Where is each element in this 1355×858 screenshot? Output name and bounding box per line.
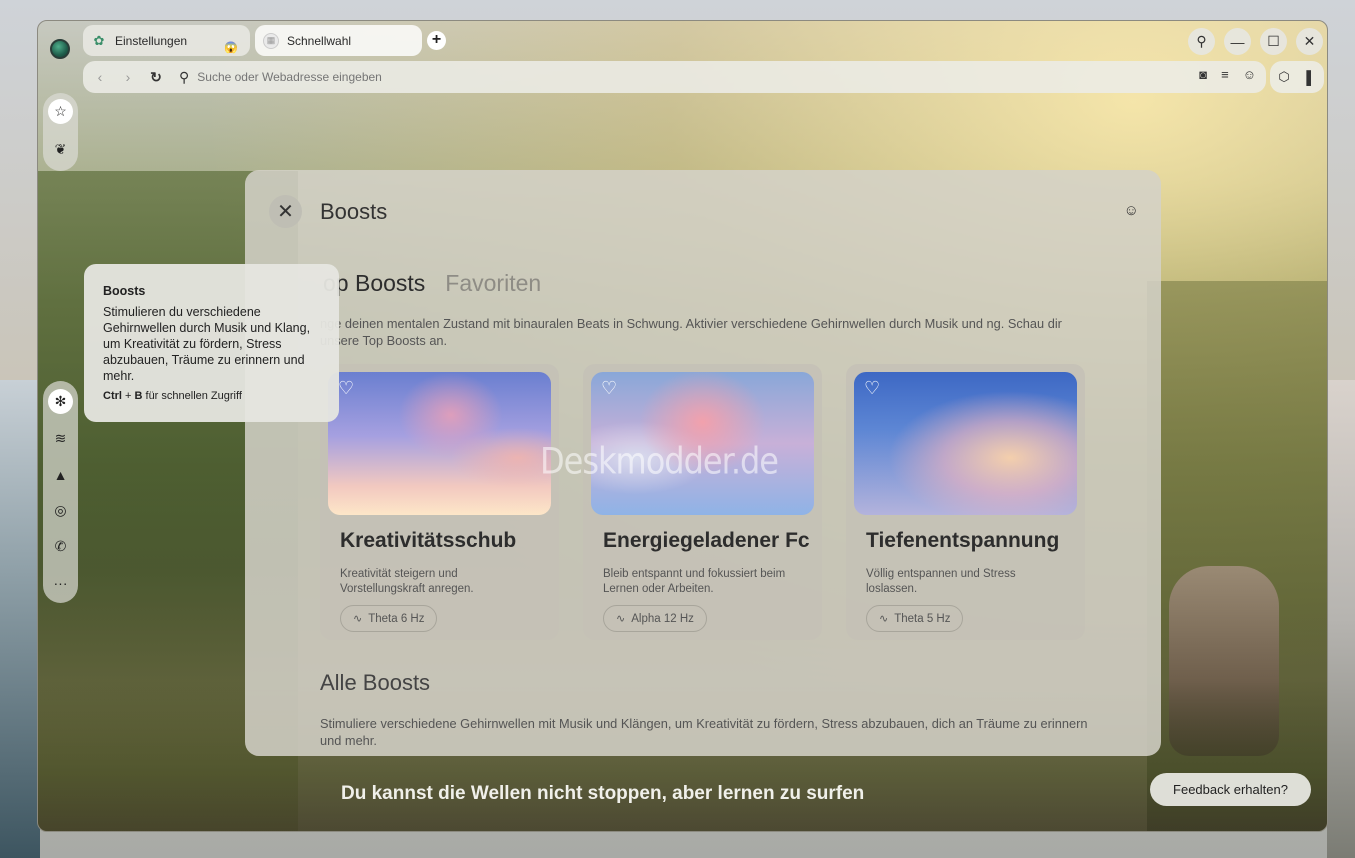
desktop-background-left xyxy=(0,380,40,858)
close-panel-button[interactable]: ✕ xyxy=(269,195,302,228)
tab-favoriten[interactable]: Favoriten xyxy=(445,270,541,297)
smiley-icon[interactable]: ☺ xyxy=(1124,202,1139,219)
close-icon: ✕ xyxy=(1303,33,1316,49)
more-icon[interactable]: ··· xyxy=(48,570,73,595)
tab-label: Einstellungen xyxy=(115,33,188,48)
profile-icon[interactable]: ☺ xyxy=(1243,67,1256,82)
address-bar: ‹ › ↻ ⚲ ◙ ≡ ☺ xyxy=(83,61,1266,93)
waves-icon[interactable]: ≋ xyxy=(48,426,73,451)
wave-badge: ∿ Theta 6 Hz xyxy=(340,605,438,632)
search-icon: ⚲ xyxy=(1196,33,1207,49)
waveform-icon: ∿ xyxy=(616,613,626,625)
maximize-icon: ☐ xyxy=(1267,33,1280,49)
boost-card[interactable]: ♡ Tiefenentspannung Völlig entspannen un… xyxy=(846,364,1085,640)
gear-icon: ✿ xyxy=(93,32,105,48)
boost-name: Kreativitätsschub xyxy=(340,529,517,552)
watermark-text: Deskmodder.de xyxy=(540,439,779,483)
browser-logo-icon[interactable] xyxy=(50,39,70,59)
leaf-icon[interactable]: ❦ xyxy=(48,137,73,162)
boost-description: Kreativität steigern und Vorstellungskra… xyxy=(340,568,474,595)
shortcut-plus: + xyxy=(121,390,135,402)
feedback-button[interactable]: Feedback erhalten? xyxy=(1150,773,1311,806)
boost-name: Energiegeladener Fc xyxy=(603,529,810,552)
shortcut-ctrl: Ctrl xyxy=(103,390,122,402)
sidebar-bottom-group: ✻ ≋ ▲ ◎ ✆ ··· xyxy=(43,381,78,603)
top-boosts-description: nge deinen mentalen Zustand mit binaural… xyxy=(320,316,1062,348)
boost-description: Völlig entspannen und Stress loslassen. xyxy=(866,568,1016,595)
messenger-icon[interactable]: ◎ xyxy=(48,498,73,523)
sky-image xyxy=(328,372,551,515)
wave-label: Alpha 12 Hz xyxy=(631,612,694,625)
waveform-icon: ∿ xyxy=(353,613,363,625)
wave-badge: ∿ Alpha 12 Hz xyxy=(603,605,707,632)
close-window-button[interactable]: ✕ xyxy=(1296,28,1323,55)
shortcut-text: für schnellen Zugriff xyxy=(142,390,242,402)
address-input[interactable] xyxy=(197,70,1098,84)
search-tabs-button[interactable]: ⚲ xyxy=(1188,28,1215,55)
whatsapp-icon[interactable]: ✆ xyxy=(48,534,73,559)
address-bar-tools: ◙ ≡ ☺ xyxy=(1199,67,1256,82)
settings-sliders-icon[interactable]: ≡ xyxy=(1221,67,1229,82)
sidebar-toggle-icon[interactable]: ▌ xyxy=(1306,70,1315,85)
new-tab-button[interactable]: + xyxy=(427,31,446,50)
tab-label: Schnellwahl xyxy=(287,33,352,48)
browser-window: ✿ Einstellungen 😱 ▦ Schnellwahl + ⚲ — ☐ … xyxy=(37,20,1328,832)
forward-button[interactable]: › xyxy=(117,66,139,88)
panel-title: Boosts xyxy=(320,199,388,224)
sidebar-top-group: ☆ ❦ xyxy=(43,93,78,171)
boosts-icon[interactable]: ✻ xyxy=(48,389,73,414)
tab-schnellwahl[interactable]: ▦ Schnellwahl xyxy=(255,25,422,56)
maximize-button[interactable]: ☐ xyxy=(1260,28,1287,55)
boost-card[interactable]: ♡ Kreativitätsschub Kreativität steigern… xyxy=(320,364,559,640)
aria-icon[interactable]: ▲ xyxy=(48,462,73,487)
heart-icon[interactable]: ♡ xyxy=(338,378,354,399)
search-icon: ⚲ xyxy=(179,68,190,85)
heart-icon[interactable]: ♡ xyxy=(864,378,880,399)
section-tabs: op Boosts Favoriten xyxy=(323,270,541,297)
minimize-button[interactable]: — xyxy=(1224,28,1251,55)
camera-icon[interactable]: ◙ xyxy=(1199,67,1207,82)
sky-image xyxy=(854,372,1077,515)
notification-emoji-icon: 😱 xyxy=(224,42,238,54)
wave-label: Theta 6 Hz xyxy=(368,612,425,625)
wave-label: Theta 5 Hz xyxy=(894,612,951,625)
extensions-area: ⬡ ▌ xyxy=(1270,61,1324,93)
heart-icon[interactable]: ♡ xyxy=(601,378,617,399)
back-button[interactable]: ‹ xyxy=(89,66,111,88)
reload-button[interactable]: ↻ xyxy=(145,66,167,88)
boost-description: Bleib entspannt und fokussiert beim Lern… xyxy=(603,568,786,595)
tooltip-title: Boosts xyxy=(103,284,146,298)
slogan-text: Du kannst die Wellen nicht stoppen, aber… xyxy=(341,783,865,804)
wave-badge: ∿ Theta 5 Hz xyxy=(866,605,964,632)
star-icon[interactable]: ☆ xyxy=(48,99,73,124)
boost-card[interactable]: ♡ Energiegeladener Fc Bleib entspannt un… xyxy=(583,364,822,640)
waveform-icon: ∿ xyxy=(879,613,889,625)
desktop-background-right xyxy=(1327,380,1355,858)
all-boosts-title: Alle Boosts xyxy=(320,670,431,695)
speed-dial-icon: ▦ xyxy=(263,32,279,49)
tab-einstellungen[interactable]: ✿ Einstellungen 😱 xyxy=(83,25,250,56)
extensions-cube-icon[interactable]: ⬡ xyxy=(1278,69,1289,85)
all-boosts-description: Stimuliere verschiedene Gehirnwellen mit… xyxy=(320,716,1088,748)
tooltip-body: Stimulieren du verschiedene Gehirnwellen… xyxy=(103,305,311,383)
close-icon: ✕ xyxy=(277,201,294,223)
boost-name: Tiefenentspannung xyxy=(866,529,1060,552)
minimize-icon: — xyxy=(1230,33,1245,50)
boosts-tooltip: Boosts Stimulieren du verschiedene Gehir… xyxy=(84,264,339,422)
tooltip-shortcut: Ctrl + B für schnellen Zugriff xyxy=(103,390,320,402)
boost-cards: ♡ Kreativitätsschub Kreativität steigern… xyxy=(320,364,1085,640)
